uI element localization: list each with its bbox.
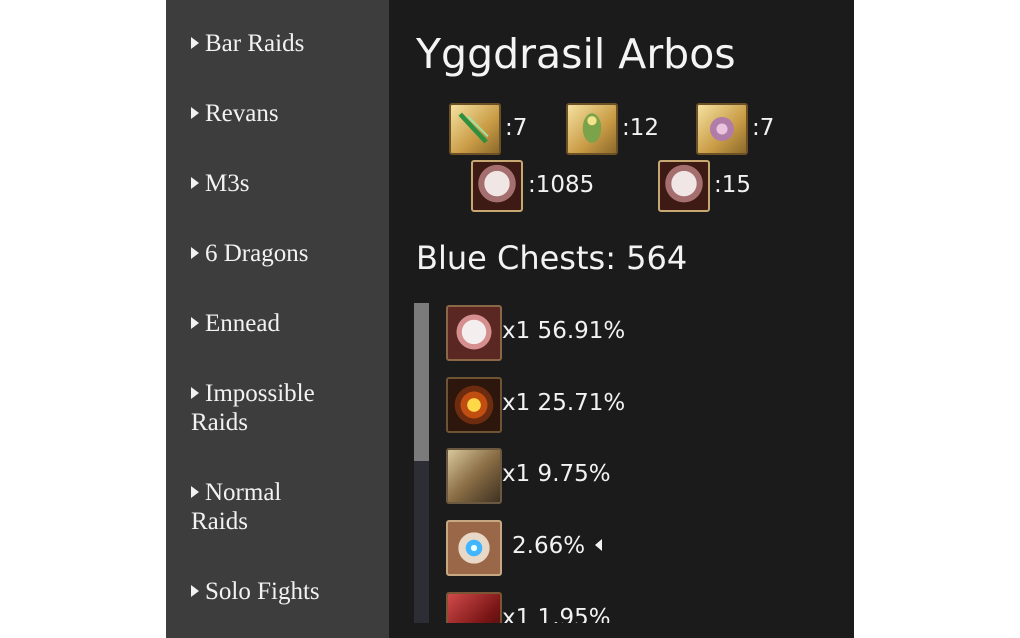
caret-left-icon[interactable]: [595, 539, 603, 551]
sidebar-item-label: Bar Raids: [205, 30, 305, 57]
sidebar-item-ennead[interactable]: Ennead: [191, 309, 280, 338]
cost-item: :1085: [471, 160, 605, 215]
drop-rate: x1 1.95%: [502, 605, 611, 623]
main-panel: Yggdrasil Arbos :7 :12 :7 :1085 :15 Blue…: [389, 0, 854, 638]
app-window: Bar Raids Revans M3s 6 Dragons Ennead Im…: [166, 0, 854, 638]
pink-orb-icon: [446, 305, 502, 361]
drop-rate-value: 2.66%: [512, 533, 586, 559]
cost-count: :15: [714, 172, 752, 198]
page-title: Yggdrasil Arbos: [416, 30, 736, 78]
sidebar-item-m3s[interactable]: M3s: [191, 169, 249, 198]
sidebar-item-impossible-raids[interactable]: Impossible Raids: [191, 379, 361, 437]
sidebar-item-revans[interactable]: Revans: [191, 99, 279, 128]
triangle-right-icon: [191, 317, 199, 329]
drop-rate: x1 9.75%: [502, 461, 611, 487]
drop-rate: x1 56.91%: [502, 318, 626, 344]
cost-item: :15: [658, 160, 762, 215]
scroll-icon: [446, 448, 502, 504]
sidebar-item-6-dragons[interactable]: 6 Dragons: [191, 239, 308, 268]
sidebar-item-label: Normal Raids: [191, 479, 282, 535]
pink-orb-framed-icon: [658, 160, 710, 212]
sidebar-item-label: Revans: [205, 100, 279, 127]
triangle-right-icon: [191, 37, 199, 49]
sidebar-item-solo-fights[interactable]: Solo Fights: [191, 577, 320, 606]
sidebar-item-label: 6 Dragons: [205, 240, 309, 267]
chest-section-title: Blue Chests: 564: [416, 239, 688, 277]
cost-count: :1085: [528, 172, 595, 198]
pink-orb-icon: [471, 160, 523, 212]
sidebar: Bar Raids Revans M3s 6 Dragons Ennead Im…: [166, 0, 389, 638]
green-spear-icon: [449, 103, 501, 155]
sidebar-item-label: Ennead: [205, 310, 280, 337]
blue-gem-icon: [446, 520, 502, 576]
triangle-right-icon: [191, 585, 199, 597]
sidebar-item-bar-raids[interactable]: Bar Raids: [191, 29, 304, 58]
cost-item: :12: [566, 103, 662, 158]
cost-item: :7: [449, 103, 533, 158]
drop-list: x1 56.91% x1 25.71% x1 9.75% 2.66% x1 1.…: [414, 303, 854, 623]
sidebar-item-label: Impossible Raids: [191, 380, 315, 436]
drop-list-scroll-thumb[interactable]: [414, 303, 429, 461]
drop-rate: 2.66%: [512, 531, 603, 561]
red-chest-icon: [446, 592, 502, 623]
triangle-right-icon: [191, 486, 199, 498]
triangle-right-icon: [191, 247, 199, 259]
drop-list-scrollbar[interactable]: [414, 303, 429, 623]
triangle-right-icon: [191, 107, 199, 119]
green-idol-icon: [566, 103, 618, 155]
cost-item: :7: [696, 103, 782, 158]
flower-crest-icon: [696, 103, 748, 155]
sidebar-item-label: M3s: [205, 170, 250, 197]
drop-rate: x1 25.71%: [502, 390, 626, 416]
cost-count: :7: [505, 115, 528, 141]
sidebar-item-normal-raids[interactable]: Normal Raids: [191, 478, 331, 536]
sidebar-item-label: Solo Fights: [205, 578, 320, 605]
triangle-right-icon: [191, 387, 199, 399]
cost-count: :7: [752, 115, 775, 141]
sun-orb-icon: [446, 377, 502, 433]
cost-count: :12: [622, 115, 660, 141]
triangle-right-icon: [191, 177, 199, 189]
